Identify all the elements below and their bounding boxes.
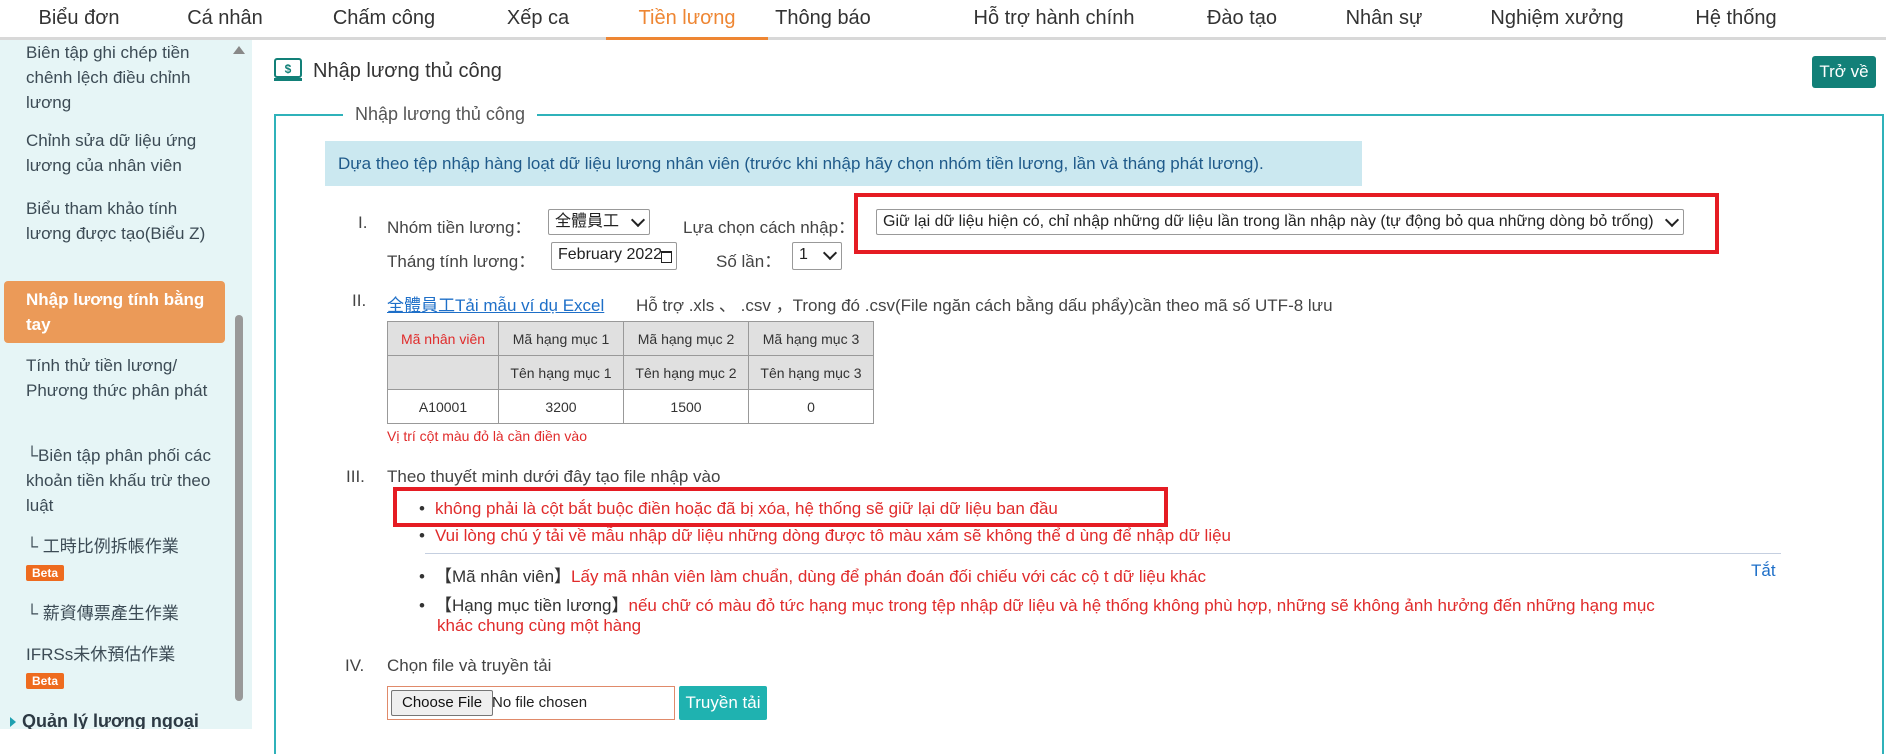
table-cell: Mã hạng mục 3	[748, 321, 874, 356]
svg-text:$: $	[285, 62, 292, 76]
group-label: Nhóm tiền lương：	[387, 218, 532, 237]
group-select[interactable]: 全體員工	[548, 209, 650, 235]
chevron-down-icon	[822, 245, 838, 261]
beta-badge: Beta	[26, 673, 65, 689]
sidebar-item-ifrs[interactable]: IFRSs未休預估作業 Beta	[26, 642, 226, 692]
list-item: • Vui lòng chú ý tải về mẫu nhập dữ liệu …	[419, 526, 1232, 545]
method-label: Lựa chọn cách nhập：	[683, 218, 856, 237]
month-label: Tháng tính lương：	[387, 252, 536, 271]
step-4-number: IV.	[345, 656, 365, 675]
nav-item-notice[interactable]: Thông báo	[770, 0, 876, 40]
table-cell: Tên hạng mục 1	[498, 355, 624, 390]
table-row: A10001 3200 1500 0	[387, 389, 874, 424]
divider	[425, 553, 1781, 554]
step-2-number: II.	[352, 291, 367, 310]
sidebar-item-manual-entry[interactable]: Nhập lương tính bằng tay	[4, 281, 225, 343]
back-button[interactable]: Trở về	[1812, 56, 1876, 88]
scroll-thumb[interactable]	[235, 315, 243, 701]
times-select-value: 1	[799, 246, 808, 263]
table-cell: Mã hạng mục 1	[498, 321, 624, 356]
nav-item-factory[interactable]: Nghiệm xưởng	[1488, 0, 1626, 40]
support-text: Hỗ trợ .xls 、 .csv ，Trong đó .csv(File n…	[636, 296, 1333, 315]
group-select-value: 全體員工	[555, 213, 620, 230]
nav-item-system[interactable]: Hệ thống	[1691, 0, 1781, 40]
calendar-icon	[661, 251, 672, 263]
beta-badge: Beta	[26, 565, 65, 581]
sidebar-section-foreign[interactable]: Quản lý lương ngoại	[10, 709, 210, 729]
nav-item-personal[interactable]: Cá nhân	[185, 0, 265, 40]
caret-right-icon	[10, 717, 16, 727]
nav-item-attendance[interactable]: Chấm công	[331, 0, 437, 40]
step-3-title: Theo thuyết minh dưới đây tạo file nhập …	[387, 467, 721, 486]
page-title: Nhập lương thủ công	[313, 60, 502, 82]
table-cell: A10001	[387, 389, 499, 424]
table-row: Mã nhân viên Mã hạng mục 1 Mã hạng mục 2…	[387, 321, 874, 356]
table-cell	[387, 355, 499, 390]
chevron-down-icon	[630, 212, 646, 228]
times-label: Số lần：	[716, 252, 782, 271]
highlight-box-note	[393, 487, 1168, 527]
required-note: Vị trí cột màu đỏ là cần điền vào	[387, 428, 587, 444]
file-input[interactable]: Choose File No file chosen	[387, 686, 675, 720]
table-cell: 1500	[623, 389, 749, 424]
sidebar-item-trial-calc[interactable]: Tính thử tiền lương/ Phương thức phân ph…	[26, 353, 226, 403]
nav-item-salary[interactable]: Tiền lương	[606, 0, 768, 40]
table-cell: Mã nhân viên	[387, 321, 499, 356]
info-banner: Dựa theo tệp nhập hàng loạt dữ liệu lươn…	[325, 141, 1362, 186]
step-3-number: III.	[346, 467, 365, 486]
sidebar-item-label: Quản lý lương ngoại	[22, 711, 199, 729]
upload-button[interactable]: Truyền tải	[679, 686, 767, 720]
highlight-box-method	[854, 193, 1719, 254]
top-navigation: Biểu đơn Cá nhân Chấm công Xếp ca Tiền l…	[0, 0, 1886, 40]
sidebar-item-deduction[interactable]: └Biên tập phân phối các khoản tiền khấu …	[26, 443, 226, 518]
list-item: • 【Hạng mục tiền lương】nếu chữ có màu đỏ …	[419, 596, 1655, 615]
download-template-link[interactable]: 全體員工Tải mẫu ví dụ Excel	[387, 291, 604, 316]
scroll-up-icon[interactable]	[233, 46, 245, 54]
list-item-continuation: khác chung cùng một hàng	[437, 616, 642, 635]
salary-icon: $	[274, 58, 302, 81]
nav-item-shift[interactable]: Xếp ca	[503, 0, 573, 40]
table-row: Tên hạng mục 1 Tên hạng mục 2 Tên hạng m…	[387, 355, 874, 390]
table-cell: 0	[748, 389, 874, 424]
collapse-link[interactable]: Tắt	[1751, 561, 1776, 581]
panel-legend: Nhập lương thủ công	[343, 104, 537, 125]
sidebar-item-hours-split[interactable]: └ 工時比例拆帳作業 Beta	[26, 534, 226, 584]
step-1-number: I.	[358, 213, 368, 232]
sidebar-item-z-report[interactable]: Biểu tham khảo tính lương được tạo(Biểu …	[26, 196, 226, 246]
nav-item-hr[interactable]: Nhân sự	[1344, 0, 1424, 40]
sidebar-item-label: IFRSs未休預估作業	[26, 645, 176, 664]
sidebar-item-advance-edit[interactable]: Chỉnh sửa dữ liệu ứng lương của nhân viê…	[26, 128, 226, 178]
sidebar-item-salary-diff[interactable]: Biên tập ghi chép tiền chênh lệch điều c…	[26, 40, 226, 115]
choose-file-button[interactable]: Choose File	[391, 690, 494, 716]
sidebar-item-label: └ 工時比例拆帳作業	[26, 537, 179, 556]
table-cell: Tên hạng mục 2	[623, 355, 749, 390]
nav-item-admin-support[interactable]: Hỗ trợ hành chính	[968, 0, 1140, 40]
sidebar: Biên tập ghi chép tiền chênh lệch điều c…	[0, 40, 252, 729]
table-cell: Mã hạng mục 2	[623, 321, 749, 356]
list-item: • 【Mã nhân viên】Lấy mã nhân viên làm chuẩ…	[419, 567, 1206, 586]
month-input[interactable]: February 2022	[551, 242, 677, 270]
table-cell: Tên hạng mục 3	[748, 355, 874, 390]
nav-item-training[interactable]: Đào tạo	[1203, 0, 1281, 40]
sample-table: Mã nhân viên Mã hạng mục 1 Mã hạng mục 2…	[387, 321, 874, 424]
sidebar-item-voucher[interactable]: └ 薪資傳票產生作業	[26, 601, 226, 626]
table-cell: 3200	[498, 389, 624, 424]
month-input-value: February 2022	[558, 246, 663, 263]
times-select[interactable]: 1	[792, 242, 842, 270]
nav-item-forms[interactable]: Biểu đơn	[36, 0, 122, 40]
step-4-title: Chọn file và truyền tải	[387, 656, 552, 675]
no-file-text: No file chosen	[492, 694, 588, 711]
